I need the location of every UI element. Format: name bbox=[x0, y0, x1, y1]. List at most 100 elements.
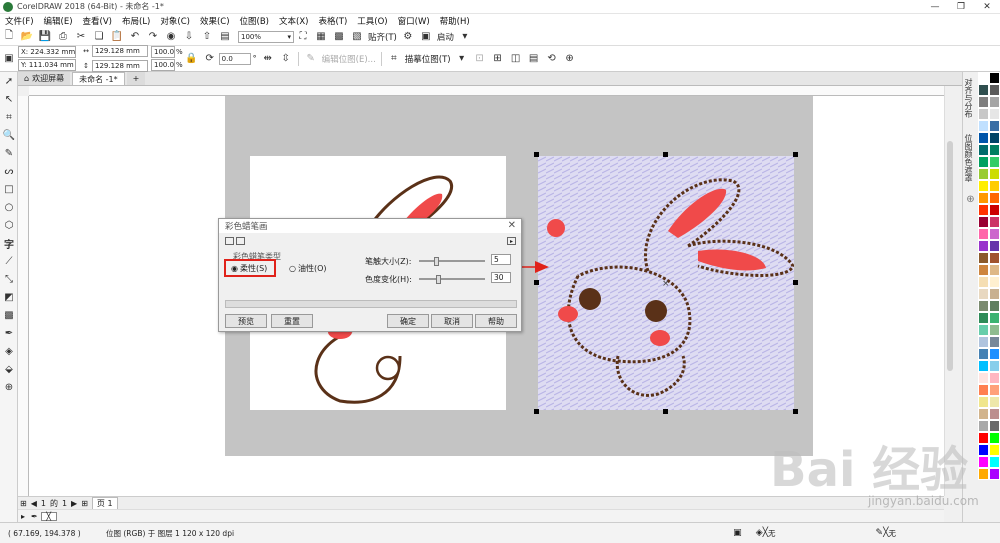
color-swatch[interactable] bbox=[978, 228, 989, 240]
color-swatch[interactable] bbox=[989, 240, 1000, 252]
ok-button[interactable]: 确定 bbox=[387, 314, 429, 328]
docker-tab-bitmap-mask[interactable]: 位图颜色遮罩 bbox=[963, 132, 974, 184]
color-swatch[interactable] bbox=[978, 120, 989, 132]
save-icon[interactable]: 💾 bbox=[38, 30, 52, 44]
vertical-ruler[interactable] bbox=[18, 96, 29, 496]
color-swatch[interactable] bbox=[978, 276, 989, 288]
menu-text[interactable]: 文本(X) bbox=[279, 15, 308, 27]
pick-tool-icon[interactable]: ➚ bbox=[0, 72, 18, 90]
handle-top-right[interactable] bbox=[793, 152, 798, 157]
tab-welcome[interactable]: ⌂ 欢迎屏幕 bbox=[18, 72, 71, 85]
color-swatch[interactable] bbox=[978, 192, 989, 204]
color-swatch[interactable] bbox=[989, 324, 1000, 336]
preview-button[interactable]: 预览 bbox=[225, 314, 267, 328]
color-swatch[interactable] bbox=[989, 264, 1000, 276]
split-preview-icon[interactable] bbox=[225, 237, 234, 245]
help-button[interactable]: 帮助 bbox=[475, 314, 517, 328]
color-swatch[interactable] bbox=[978, 408, 989, 420]
stroke-size-slider[interactable] bbox=[419, 257, 485, 266]
crop-tool-icon[interactable]: ⌗ bbox=[0, 108, 18, 126]
color-swatch[interactable] bbox=[989, 444, 1000, 456]
transparency-tool-icon[interactable]: ▩ bbox=[0, 306, 18, 324]
zoom-level-select[interactable]: 100% ▾ bbox=[238, 30, 294, 43]
color-swatch[interactable] bbox=[978, 156, 989, 168]
color-swatch[interactable] bbox=[978, 312, 989, 324]
color-swatch[interactable] bbox=[989, 216, 1000, 228]
color-swatch[interactable] bbox=[978, 132, 989, 144]
rotation-angle-field[interactable]: 0.0 bbox=[218, 52, 251, 65]
color-swatch[interactable] bbox=[989, 144, 1000, 156]
color-swatch[interactable] bbox=[989, 168, 1000, 180]
color-swatch[interactable] bbox=[989, 336, 1000, 348]
artistic-media-icon[interactable]: ᔕ bbox=[0, 162, 18, 180]
show-grid-icon[interactable]: ▩ bbox=[332, 30, 346, 44]
color-swatch[interactable] bbox=[978, 396, 989, 408]
color-swatch[interactable] bbox=[989, 432, 1000, 444]
color-swatch[interactable] bbox=[978, 336, 989, 348]
lock-ratio-icon[interactable]: 🔒 bbox=[185, 52, 199, 66]
smart-fill-icon[interactable]: ⬙ bbox=[0, 360, 18, 378]
docker-tab-align[interactable]: 对齐与分布 bbox=[963, 76, 974, 120]
interactive-fill-icon[interactable]: ◈ bbox=[0, 342, 18, 360]
color-swatch[interactable] bbox=[989, 180, 1000, 192]
app-launcher-icon[interactable]: ▣ bbox=[419, 30, 433, 44]
color-swatch[interactable] bbox=[989, 468, 1000, 480]
handle-middle-left[interactable] bbox=[534, 280, 539, 285]
color-swatch[interactable] bbox=[989, 312, 1000, 324]
zoom-tool-icon[interactable]: 🔍 bbox=[0, 126, 18, 144]
show-rulers-icon[interactable]: ▦ bbox=[314, 30, 328, 44]
rectangle-tool-icon[interactable]: □ bbox=[0, 180, 18, 198]
menu-window[interactable]: 窗口(W) bbox=[398, 15, 430, 27]
handle-middle-right[interactable] bbox=[793, 280, 798, 285]
color-swatch[interactable] bbox=[978, 384, 989, 396]
menu-edit[interactable]: 编辑(E) bbox=[44, 15, 73, 27]
scale-y-field[interactable]: 100.0 bbox=[151, 59, 175, 71]
ellipse-tool-icon[interactable]: ○ bbox=[0, 198, 18, 216]
object-origin-icon[interactable]: ▣ bbox=[2, 52, 16, 66]
color-swatch[interactable] bbox=[989, 84, 1000, 96]
full-screen-icon[interactable]: ⛶ bbox=[296, 30, 310, 44]
handle-top-middle[interactable] bbox=[663, 152, 668, 157]
color-swatch[interactable] bbox=[978, 456, 989, 468]
color-swatch[interactable] bbox=[989, 396, 1000, 408]
next-page-icon[interactable]: ▶ bbox=[71, 499, 77, 508]
edit-bitmap-icon[interactable]: ✎ bbox=[304, 52, 318, 66]
color-swatch[interactable] bbox=[989, 132, 1000, 144]
add-icon[interactable]: ⊕ bbox=[563, 52, 577, 66]
close-icon[interactable]: ✕ bbox=[974, 0, 1000, 14]
color-swatch[interactable] bbox=[978, 264, 989, 276]
color-swatch[interactable] bbox=[978, 96, 989, 108]
eyedropper-tool-icon[interactable]: ✒ bbox=[0, 324, 18, 342]
publish-pdf-icon[interactable]: ▤ bbox=[218, 30, 232, 44]
eyedropper-icon[interactable]: ✒ bbox=[31, 512, 38, 521]
menu-object[interactable]: 对象(C) bbox=[160, 15, 190, 27]
color-swatch[interactable] bbox=[978, 324, 989, 336]
color-swatch[interactable] bbox=[989, 348, 1000, 360]
cut-icon[interactable]: ✂ bbox=[74, 30, 88, 44]
scale-x-field[interactable]: 100.0 bbox=[151, 46, 175, 58]
height-field[interactable]: 129.128 mm bbox=[92, 60, 148, 72]
y-position-field[interactable]: Y: 111.034 mm bbox=[18, 59, 76, 71]
show-guidelines-icon[interactable]: ▧ bbox=[350, 30, 364, 44]
color-swatch[interactable] bbox=[978, 204, 989, 216]
menu-bitmaps[interactable]: 位图(B) bbox=[240, 15, 269, 27]
color-swatch[interactable] bbox=[978, 432, 989, 444]
single-preview-icon[interactable] bbox=[236, 237, 245, 245]
color-swatch[interactable] bbox=[978, 216, 989, 228]
menu-layout[interactable]: 布局(L) bbox=[122, 15, 150, 27]
color-swatch[interactable] bbox=[978, 360, 989, 372]
menu-help[interactable]: 帮助(H) bbox=[440, 15, 470, 27]
menu-file[interactable]: 文件(F) bbox=[5, 15, 34, 27]
search-content-icon[interactable]: ◉ bbox=[164, 30, 178, 44]
copy-icon[interactable]: ❏ bbox=[92, 30, 106, 44]
current-page-number[interactable]: 1 bbox=[41, 499, 46, 508]
prev-page-icon[interactable]: ◀ bbox=[31, 499, 37, 508]
color-swatch[interactable] bbox=[978, 468, 989, 480]
color-swatch[interactable] bbox=[978, 180, 989, 192]
color-swatch[interactable] bbox=[978, 108, 989, 120]
color-variation-slider[interactable] bbox=[419, 275, 485, 284]
bitmap-color-mask-icon[interactable]: ◫ bbox=[509, 52, 523, 66]
paste-icon[interactable]: 📋 bbox=[110, 30, 124, 44]
reset-button[interactable]: 重置 bbox=[271, 314, 313, 328]
color-swatch[interactable] bbox=[989, 360, 1000, 372]
